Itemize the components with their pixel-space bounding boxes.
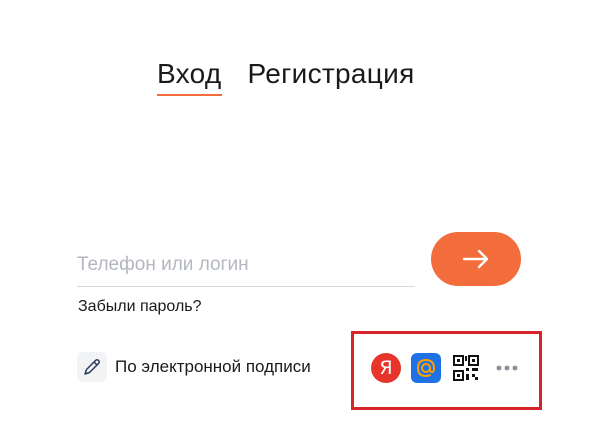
forgot-password-link[interactable]: Забыли пароль? — [78, 298, 202, 316]
more-icon — [496, 365, 518, 371]
login-input[interactable] — [77, 246, 415, 287]
mailru-icon — [416, 358, 436, 378]
pen-icon — [77, 352, 107, 382]
digital-signature-label: По электронной подписи — [115, 357, 311, 376]
more-providers-button[interactable] — [492, 358, 522, 378]
qr-code-icon — [453, 355, 479, 381]
submit-button[interactable] — [431, 232, 521, 286]
mailru-login-button[interactable] — [411, 353, 441, 383]
qr-login-button[interactable] — [453, 355, 479, 381]
tab-register[interactable]: Регистрация — [248, 56, 415, 92]
yandex-icon: Я — [379, 357, 393, 379]
auth-tabs: Вход Регистрация — [157, 56, 415, 96]
yandex-login-button[interactable]: Я — [371, 353, 401, 383]
digital-signature-button[interactable]: По электронной подписи — [77, 352, 311, 382]
arrow-right-icon — [462, 249, 489, 269]
tab-login[interactable]: Вход — [157, 56, 222, 96]
